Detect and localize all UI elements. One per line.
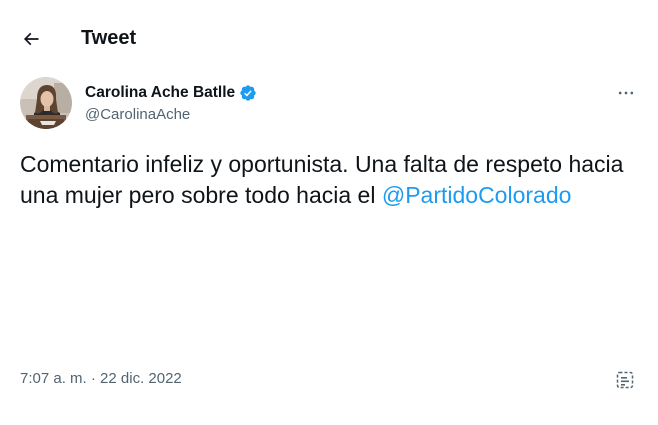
avatar-image <box>20 77 72 129</box>
avatar[interactable] <box>20 77 72 129</box>
verified-badge-icon <box>239 84 257 102</box>
tweet-text: Comentario infeliz y oportunista. Una fa… <box>20 149 640 211</box>
tweet-timestamp: 7:07 a. m. · 22 dic. 2022 <box>20 369 182 389</box>
display-name: Carolina Ache Batlle <box>85 84 236 101</box>
more-options-button[interactable] <box>614 81 638 105</box>
back-button[interactable] <box>14 22 48 56</box>
page-title: Tweet <box>81 27 137 49</box>
view-analytics-button[interactable] <box>613 368 637 392</box>
page-header: Tweet <box>0 0 658 74</box>
user-handle[interactable]: @CarolinaAche <box>85 105 190 125</box>
display-name-row[interactable]: Carolina Ache Batlle <box>85 83 257 103</box>
tweet-page: Tweet Carolina Ache Batlle @CarolinaAche… <box>0 0 658 425</box>
analytics-icon <box>616 371 634 389</box>
meta-separator: · <box>86 370 101 387</box>
arrow-left-icon <box>23 32 39 46</box>
more-horizontal-icon <box>618 91 634 95</box>
tweet-date: 22 dic. 2022 <box>100 370 182 387</box>
tweet-author: Carolina Ache Batlle @CarolinaAche <box>20 77 640 131</box>
tweet-time: 7:07 a. m. <box>20 370 87 387</box>
tweet-time-link[interactable]: 7:07 a. m. · 22 dic. 2022 <box>20 370 182 387</box>
mention-link[interactable]: @PartidoColorado <box>382 182 572 208</box>
